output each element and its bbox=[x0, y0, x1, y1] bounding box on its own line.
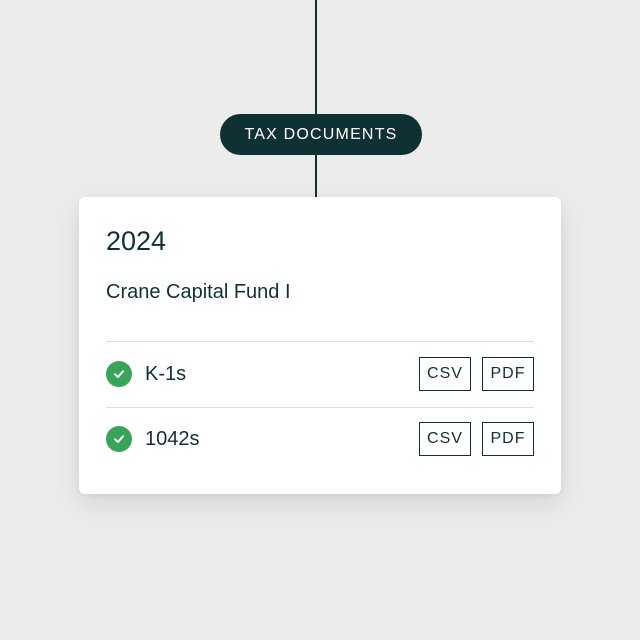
document-row-1042s: 1042s CSV PDF bbox=[106, 421, 534, 457]
tax-documents-card: 2024 Crane Capital Fund I K-1s CSV PDF 1… bbox=[79, 197, 561, 494]
download-pdf-button[interactable]: PDF bbox=[482, 357, 534, 391]
document-row-k1s: K-1s CSV PDF bbox=[106, 356, 534, 392]
check-circle-icon bbox=[106, 426, 132, 452]
download-csv-button[interactable]: CSV bbox=[419, 357, 471, 391]
download-csv-button[interactable]: CSV bbox=[419, 422, 471, 456]
card-year: 2024 bbox=[106, 226, 167, 256]
download-pdf-button[interactable]: PDF bbox=[482, 422, 534, 456]
document-label: 1042s bbox=[145, 427, 200, 450]
timeline-connector-bottom bbox=[315, 153, 317, 198]
divider bbox=[106, 407, 534, 408]
divider bbox=[106, 341, 534, 342]
fund-name: Crane Capital Fund I bbox=[106, 281, 291, 303]
check-circle-icon bbox=[106, 361, 132, 387]
tax-documents-tag: TAX DOCUMENTS bbox=[220, 114, 422, 155]
document-label: K-1s bbox=[145, 362, 187, 385]
timeline-connector-top bbox=[315, 0, 317, 115]
